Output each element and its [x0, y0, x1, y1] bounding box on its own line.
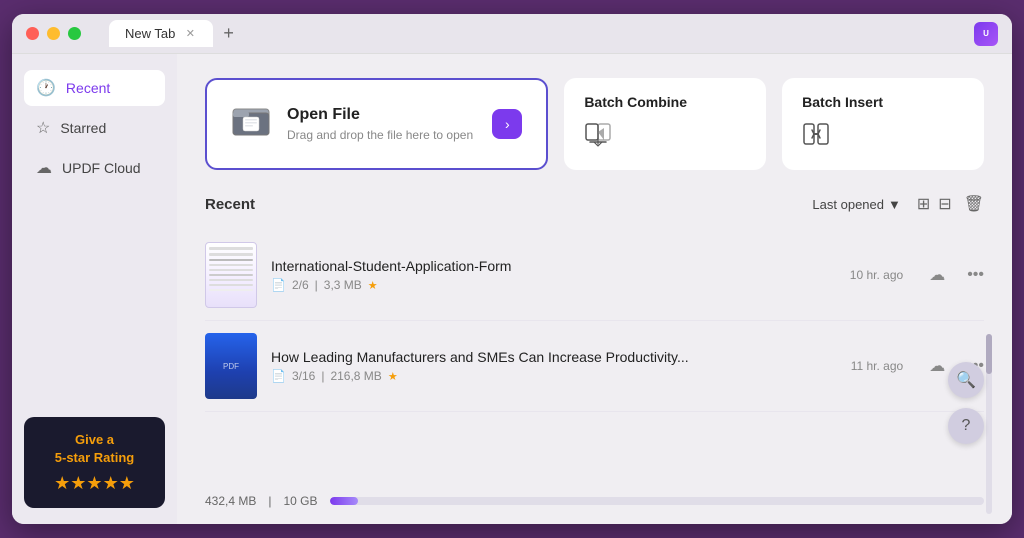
recent-title: Recent: [205, 196, 255, 213]
file-size: 216,8 MB: [330, 369, 381, 383]
page-icon: 📄: [271, 278, 286, 292]
batch-combine-card[interactable]: Batch Combine: [564, 78, 766, 170]
sidebar: 🕐 Recent ☆ Starred ☁ UPDF Cloud Give a 5…: [12, 54, 177, 524]
view-toggle-icons: ⊞ ⊟ 🗑: [917, 194, 984, 214]
scroll-indicator[interactable]: [986, 334, 992, 514]
list-view-icon[interactable]: ⊟: [938, 194, 951, 214]
content-wrapper: Open File Drag and drop the file here to…: [177, 54, 1012, 524]
page-icon: 📄: [271, 369, 286, 383]
app-window: New Tab ✕ + U 🕐 Recent ☆ Starred ☁ UPDF …: [12, 14, 1012, 524]
file-pages: 2/6: [292, 278, 309, 292]
content-area: Open File Drag and drop the file here to…: [177, 54, 1012, 524]
filter-label: Last opened: [812, 197, 884, 212]
folder-icon: [231, 101, 271, 148]
batch-combine-title: Batch Combine: [584, 94, 746, 110]
promo-stars: ★★★★★: [34, 473, 155, 494]
recent-header: Recent Last opened ▼ ⊞ ⊟ 🗑: [205, 194, 984, 214]
open-file-arrow[interactable]: ›: [492, 109, 522, 139]
tab-close-button[interactable]: ✕: [183, 27, 197, 41]
file-time: 11 hr. ago: [851, 359, 904, 373]
tab-title: New Tab: [125, 26, 175, 41]
cloud-sync-icon[interactable]: ☁: [929, 265, 945, 285]
titlebar: New Tab ✕ + U: [12, 14, 1012, 54]
cloud-nav-icon: ☁: [36, 158, 52, 178]
storage-separator: |: [268, 494, 271, 508]
file-meta: 📄 2/6 | 3,3 MB ★: [271, 278, 836, 292]
file-item[interactable]: International-Student-Application-Form 📄…: [205, 230, 984, 321]
recent-section: Recent Last opened ▼ ⊞ ⊟ 🗑: [205, 194, 984, 508]
more-options-icon[interactable]: •••: [967, 266, 984, 284]
promo-title: Give a 5-star Rating: [34, 431, 155, 467]
maximize-button[interactable]: [68, 27, 81, 40]
file-pages: 3/16: [292, 369, 315, 383]
sidebar-item-starred-label: Starred: [60, 120, 106, 136]
filter-chevron-icon: ▼: [888, 197, 901, 212]
batch-insert-title: Batch Insert: [802, 94, 964, 110]
sidebar-item-cloud[interactable]: ☁ UPDF Cloud: [24, 150, 165, 186]
sidebar-item-recent[interactable]: 🕐 Recent: [24, 70, 165, 106]
file-item[interactable]: PDF How Leading Manufacturers and SMEs C…: [205, 321, 984, 412]
new-tab-button[interactable]: +: [217, 23, 240, 44]
main-content: 🕐 Recent ☆ Starred ☁ UPDF Cloud Give a 5…: [12, 54, 1012, 524]
open-file-text: Open File Drag and drop the file here to…: [287, 106, 473, 142]
help-float-button[interactable]: ?: [948, 408, 984, 444]
batch-insert-card[interactable]: Batch Insert: [782, 78, 984, 170]
file-name: How Leading Manufacturers and SMEs Can I…: [271, 349, 837, 365]
starred-icon: ★: [368, 279, 378, 292]
clock-icon: 🕐: [36, 78, 56, 98]
file-meta: 📄 3/16 | 216,8 MB ★: [271, 369, 837, 383]
storage-used: 432,4 MB: [205, 494, 256, 508]
new-tab[interactable]: New Tab ✕: [109, 20, 213, 47]
promo-banner[interactable]: Give a 5-star Rating ★★★★★: [24, 417, 165, 508]
batch-combine-icon: [584, 120, 746, 154]
tab-bar: New Tab ✕ +: [109, 20, 240, 47]
close-button[interactable]: [26, 27, 39, 40]
open-file-title: Open File: [287, 106, 473, 124]
minimize-button[interactable]: [47, 27, 60, 40]
file-thumbnail: [205, 242, 257, 308]
file-list: International-Student-Application-Form 📄…: [205, 230, 984, 482]
open-file-subtitle: Drag and drop the file here to open: [287, 128, 473, 142]
app-logo: U: [974, 22, 998, 46]
batch-insert-icon: [802, 120, 964, 154]
file-time: 10 hr. ago: [850, 268, 903, 282]
file-thumbnail: PDF: [205, 333, 257, 399]
storage-bar-fill: [330, 497, 358, 505]
sidebar-item-cloud-label: UPDF Cloud: [62, 160, 141, 176]
file-size: 3,3 MB: [324, 278, 362, 292]
storage-bar-section: 432,4 MB | 10 GB: [205, 494, 984, 508]
cloud-sync-icon[interactable]: ☁: [929, 356, 945, 376]
open-file-card[interactable]: Open File Drag and drop the file here to…: [205, 78, 548, 170]
search-float-button[interactable]: 🔍: [948, 362, 984, 398]
sidebar-item-starred[interactable]: ☆ Starred: [24, 110, 165, 146]
starred-icon: ★: [388, 370, 398, 383]
storage-total: 10 GB: [284, 494, 318, 508]
grid-view-icon[interactable]: ⊞: [917, 194, 930, 214]
search-float-icon: 🔍: [956, 370, 976, 390]
file-info: International-Student-Application-Form 📄…: [271, 258, 836, 292]
help-float-icon: ?: [962, 417, 971, 435]
file-info: How Leading Manufacturers and SMEs Can I…: [271, 349, 837, 383]
file-name: International-Student-Application-Form: [271, 258, 836, 274]
sidebar-item-recent-label: Recent: [66, 80, 110, 96]
star-icon: ☆: [36, 118, 50, 138]
recent-filter-dropdown[interactable]: Last opened ▼: [812, 197, 900, 212]
storage-bar-track: [330, 497, 984, 505]
delete-icon[interactable]: 🗑: [964, 194, 984, 214]
floating-buttons: 🔍 ?: [948, 362, 984, 444]
top-actions: Open File Drag and drop the file here to…: [205, 78, 984, 170]
scroll-thumb[interactable]: [986, 334, 992, 374]
